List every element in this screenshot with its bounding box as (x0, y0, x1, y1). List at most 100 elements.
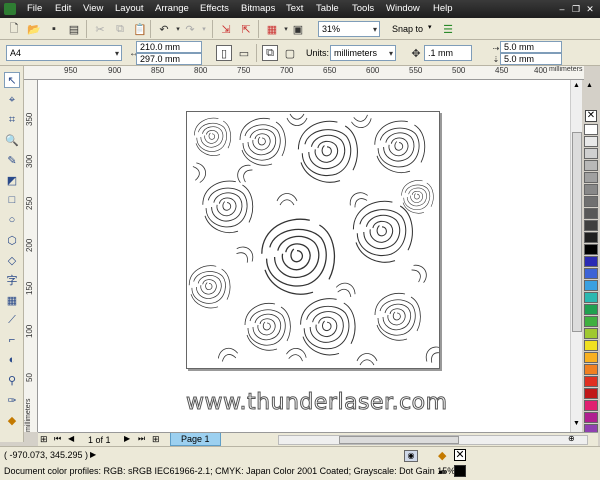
menu-file[interactable]: File (27, 3, 42, 14)
color-swatch[interactable] (584, 316, 598, 327)
color-swatch[interactable] (584, 220, 598, 231)
color-swatch[interactable] (584, 400, 598, 411)
restore-icon[interactable]: ❐ (570, 3, 582, 15)
color-swatch[interactable] (584, 388, 598, 399)
color-swatch[interactable] (584, 244, 598, 255)
add-page-after-icon[interactable]: ⊞ (152, 434, 160, 445)
scroll-down-icon[interactable]: ▼ (573, 420, 580, 427)
color-swatch[interactable] (584, 160, 598, 171)
color-swatch[interactable] (584, 364, 598, 375)
color-swatch[interactable] (584, 232, 598, 243)
paste-icon[interactable]: 📋 (132, 21, 148, 37)
menu-bitmaps[interactable]: Bitmaps (241, 3, 275, 14)
horizontal-scroll-thumb[interactable] (339, 436, 459, 444)
horizontal-scrollbar[interactable] (278, 435, 588, 445)
coordinates-expand-icon[interactable]: ▶ (90, 450, 96, 459)
menu-arrange[interactable]: Arrange (155, 3, 189, 14)
outline-tool-icon[interactable]: ✑ (4, 392, 20, 408)
color-swatch[interactable] (584, 340, 598, 351)
cut-icon[interactable]: ✂ (92, 21, 108, 37)
pick-tool-icon[interactable]: ↖ (4, 72, 20, 88)
color-swatch[interactable] (584, 328, 598, 339)
minimize-icon[interactable]: – (556, 3, 568, 15)
fill-none-indicator[interactable]: ✕ (454, 449, 466, 461)
first-page-icon[interactable]: ⏮ (54, 434, 61, 444)
polygon-tool-icon[interactable]: ⬡ (4, 232, 20, 248)
print-icon[interactable]: ▤ (66, 21, 82, 37)
menu-text[interactable]: Text (286, 3, 303, 14)
dimension-tool-icon[interactable]: ⟋ (4, 312, 20, 328)
menu-table[interactable]: Table (316, 3, 339, 14)
outline-color-indicator[interactable] (454, 465, 466, 477)
color-swatch[interactable] (584, 136, 598, 147)
color-swatch[interactable] (584, 172, 598, 183)
color-swatch[interactable] (584, 256, 598, 267)
portrait-icon[interactable]: ▯ (216, 45, 232, 61)
previous-page-icon[interactable]: ◀ (68, 434, 74, 443)
chevron-down-icon[interactable]: ▾ (389, 47, 393, 61)
snap-to-button[interactable]: Snap to (392, 24, 423, 34)
nudge-distance-field[interactable]: .1 mm (424, 45, 472, 61)
tab-page-1[interactable]: Page 1 (170, 433, 221, 446)
add-page-icon[interactable]: ⊞ (40, 434, 48, 445)
page-height-field[interactable]: 297.0 mm (136, 53, 202, 65)
redo-dropdown-icon[interactable]: ▾ (196, 21, 212, 37)
basic-shapes-tool-icon[interactable]: ◇ (4, 252, 20, 268)
color-swatch[interactable] (584, 268, 598, 279)
color-profiles-text[interactable]: Document color profiles: RGB: sRGB IEC61… (4, 466, 455, 476)
units-combobox[interactable]: millimeters ▾ (330, 45, 396, 61)
duplicate-distance-y-field[interactable]: 5.0 mm (500, 53, 562, 65)
crop-tool-icon[interactable]: ⌗ (4, 112, 20, 128)
all-pages-icon[interactable]: ⧉ (262, 45, 278, 61)
menu-tools[interactable]: Tools (352, 3, 374, 14)
smart-fill-tool-icon[interactable]: ◩ (4, 172, 20, 188)
color-swatch[interactable] (584, 124, 598, 135)
watermark-text[interactable]: www.thunderlaser.com (186, 390, 448, 416)
fill-tool-icon[interactable]: ◆ (4, 412, 20, 428)
duplicate-distance-x-field[interactable]: 5.0 mm (500, 41, 562, 53)
shape-tool-icon[interactable]: ⌖ (4, 92, 20, 108)
menu-view[interactable]: View (83, 3, 103, 14)
color-swatch[interactable] (584, 304, 598, 315)
horizontal-ruler[interactable]: 950 900 850 800 750 700 650 600 550 500 … (24, 66, 584, 80)
palette-scroll-up-icon[interactable]: ▲ (586, 82, 593, 89)
menu-effects[interactable]: Effects (200, 3, 229, 14)
color-swatch[interactable] (584, 148, 598, 159)
color-swatch[interactable] (584, 292, 598, 303)
zoom-level-combobox[interactable]: 31% ▾ (318, 21, 380, 37)
zoom-tool-icon[interactable]: 🔍 (4, 132, 20, 148)
landscape-icon[interactable]: ▭ (236, 45, 252, 61)
menu-help[interactable]: Help (433, 3, 453, 14)
color-swatch[interactable] (584, 376, 598, 387)
vertical-scroll-thumb[interactable] (572, 132, 582, 332)
welcome-screen-icon[interactable]: ▣ (290, 21, 306, 37)
table-tool-icon[interactable]: ▦ (4, 292, 20, 308)
new-document-icon[interactable]: 🗋 (6, 21, 22, 37)
current-page-icon[interactable]: ▢ (282, 45, 298, 61)
color-swatch[interactable] (584, 412, 598, 423)
options-icon[interactable]: ☰ (440, 21, 456, 37)
zoom-navigator-icon[interactable]: ⊕ (568, 434, 575, 443)
page-width-field[interactable]: 210.0 mm (136, 41, 202, 53)
next-page-icon[interactable]: ▶ (124, 434, 130, 443)
color-swatch[interactable] (584, 208, 598, 219)
rectangle-tool-icon[interactable]: □ (4, 192, 20, 208)
ellipse-tool-icon[interactable]: ○ (4, 212, 20, 228)
export-icon[interactable]: ⇱ (238, 21, 254, 37)
document-page[interactable] (186, 111, 440, 369)
freehand-tool-icon[interactable]: ✎ (4, 152, 20, 168)
color-swatch[interactable] (584, 280, 598, 291)
menu-edit[interactable]: Edit (55, 3, 71, 14)
no-color-swatch-icon[interactable]: ✕ (585, 110, 597, 122)
save-icon[interactable]: ▪ (46, 21, 62, 37)
copy-icon[interactable]: ⧉ (112, 21, 128, 37)
rose-pattern-artwork[interactable] (187, 112, 440, 369)
blend-tool-icon[interactable]: ◐ (4, 352, 20, 368)
open-icon[interactable]: 📂 (26, 21, 42, 37)
color-swatch[interactable] (584, 184, 598, 195)
menu-window[interactable]: Window (386, 3, 420, 14)
scroll-up-icon[interactable]: ▲ (573, 82, 580, 89)
text-tool-icon[interactable]: 字 (4, 272, 20, 288)
import-icon[interactable]: ⇲ (218, 21, 234, 37)
last-page-icon[interactable]: ⏭ (138, 434, 145, 444)
